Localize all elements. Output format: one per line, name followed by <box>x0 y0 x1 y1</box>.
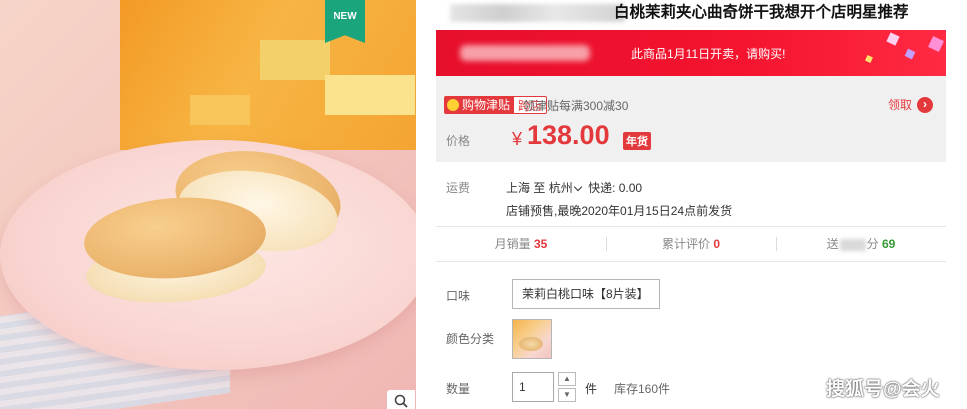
reward-points: 送分 69 <box>776 227 946 261</box>
banner-redacted <box>460 45 590 61</box>
points-redacted <box>839 238 866 251</box>
chevron-down-icon[interactable] <box>573 182 582 192</box>
background-box <box>120 0 416 150</box>
shipping-label: 运费 <box>446 181 471 195</box>
review-count-value: 0 <box>713 237 721 251</box>
quantity-stepper[interactable]: ▲ ▼ <box>558 372 576 402</box>
claim-label: 领取 <box>888 98 913 112</box>
product-title: 白桃茉莉夹心曲奇饼干我想开个店明星推荐 <box>614 4 909 21</box>
price-currency: ¥ <box>512 129 523 149</box>
quantity-unit: 件 <box>585 382 598 396</box>
chevron-right-icon: › <box>917 96 934 113</box>
increase-icon[interactable]: ▲ <box>558 372 576 386</box>
shipping-route: 上海 至 杭州 快递: 0.00 <box>506 179 642 196</box>
ship-destination-select[interactable]: 杭州 <box>549 181 573 195</box>
presale-notice: 此商品1月11日开卖，请购买! <box>631 47 786 61</box>
monthly-sales-value: 35 <box>534 237 548 251</box>
confetti-icon <box>904 48 916 60</box>
coin-icon <box>447 99 459 111</box>
quantity-input[interactable] <box>512 372 554 402</box>
flavor-option-button[interactable]: 茉莉白桃口味【8片装】 <box>512 279 660 309</box>
confetti-icon <box>928 36 944 52</box>
color-option-thumbnail[interactable] <box>512 319 552 359</box>
product-image[interactable]: NEW <box>0 0 416 409</box>
stats-bar: 月销量 35 累计评价 0 送分 69 <box>436 226 946 262</box>
quantity-label: 数量 <box>446 382 471 396</box>
ship-to-word: 至 <box>533 181 546 195</box>
shipping-note: 店铺预售,最晚2020年01月15日24点前发货 <box>506 204 733 218</box>
review-count[interactable]: 累计评价 0 <box>606 227 776 261</box>
decrease-icon[interactable]: ▼ <box>558 388 576 402</box>
price-value: 138.00 <box>527 120 610 150</box>
title-redacted <box>450 4 625 22</box>
flavor-label: 口味 <box>446 289 471 303</box>
subsidy-tag-label: 购物津贴 <box>462 98 511 112</box>
ship-from: 上海 <box>506 181 531 195</box>
product-title-row: 白桃茉莉夹心曲奇饼干我想开个店明星推荐 <box>436 0 956 24</box>
confetti-icon <box>886 32 900 46</box>
reward-points-value: 69 <box>882 237 896 251</box>
claim-subsidy-button[interactable]: 领取 › <box>888 96 934 113</box>
monthly-sales: 月销量 35 <box>494 237 548 251</box>
confetti-icon <box>865 55 873 63</box>
color-label: 颜色分类 <box>446 332 495 346</box>
magnifier-icon[interactable] <box>387 390 415 409</box>
stock-count: 库存160件 <box>614 382 671 396</box>
presale-banner: 此商品1月11日开卖，请购买! <box>436 30 946 76</box>
subsidy-description: 领津贴每满300减30 <box>523 99 629 113</box>
price-panel: 购物津贴 跨店 领津贴每满300减30 领取 › 价格 ¥ 138.00 年货 <box>436 76 946 162</box>
price-badge: 年货 <box>623 132 651 150</box>
watermark: 搜狐号@会火 <box>826 379 940 400</box>
price-label: 价格 <box>446 134 471 148</box>
ship-fee: 快递: 0.00 <box>588 181 643 195</box>
